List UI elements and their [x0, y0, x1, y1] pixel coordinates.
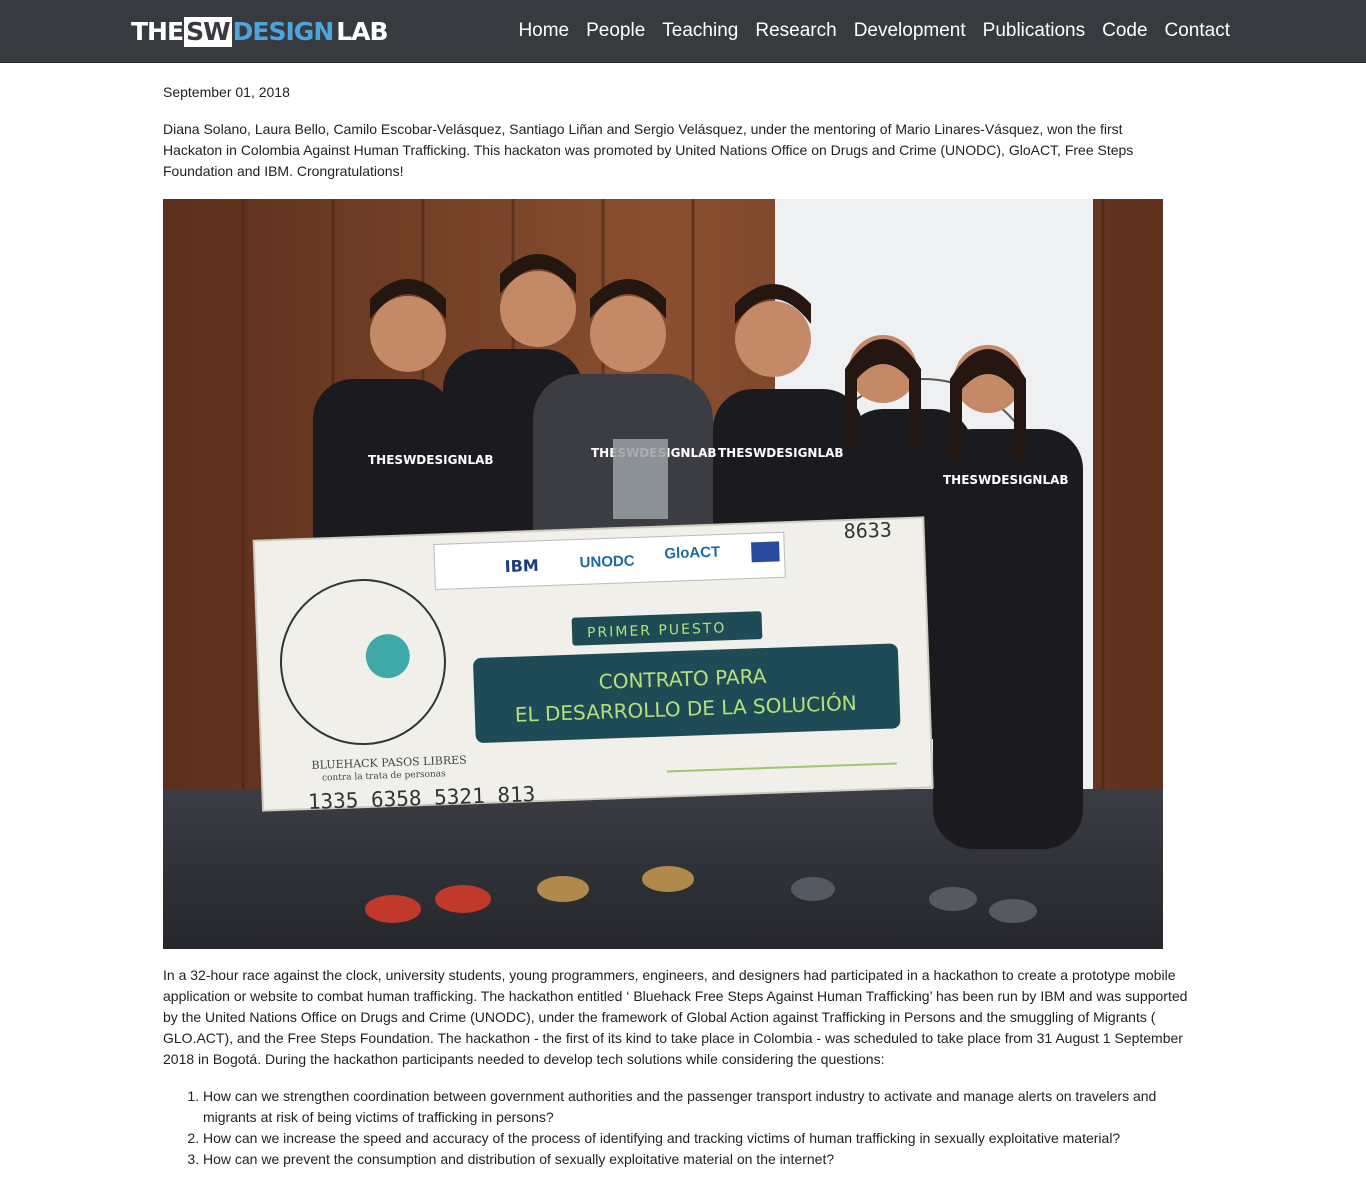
nav-code[interactable]: Code	[1102, 19, 1147, 43]
check-number: 8633	[843, 517, 892, 543]
shirt-text-4: THESWDESIGNLAB	[718, 446, 844, 460]
post-body: In a 32-hour race against the clock, uni…	[163, 967, 1188, 1067]
nav-home[interactable]: Home	[518, 19, 569, 43]
team-photo-illustration: THESWDESIGNLAB THESWDESIGNLAB THESWDESIG…	[163, 199, 1163, 949]
post-date: September 01, 2018	[163, 84, 290, 100]
nav-teaching[interactable]: Teaching	[662, 19, 738, 43]
main-nav: Home People Teaching Research Developmen…	[518, 19, 1230, 43]
post-intro: Diana Solano, Laura Bello, Camilo Escoba…	[163, 121, 1134, 179]
nav-people[interactable]: People	[586, 19, 645, 43]
logo-sw: SW	[184, 17, 232, 47]
question-item: How can we strengthen coordination betwe…	[203, 1086, 1205, 1128]
nav-contact[interactable]: Contact	[1165, 19, 1230, 43]
nav-development[interactable]: Development	[854, 19, 966, 43]
nav-publications[interactable]: Publications	[983, 19, 1085, 43]
check-sponsor-unodc: UNODC	[579, 552, 635, 571]
shirt-text-1: THESWDESIGNLAB	[368, 453, 494, 467]
top-navbar: THE SW DESIGN LAB Home People Teaching R…	[0, 0, 1366, 63]
question-item: How can we prevent the consumption and d…	[203, 1149, 1205, 1170]
nav-research[interactable]: Research	[755, 19, 836, 43]
shirt-text-6: THESWDESIGNLAB	[943, 473, 1069, 487]
question-list: How can we strengthen coordination betwe…	[163, 1086, 1205, 1170]
logo-design: DESIGN	[232, 17, 335, 46]
check-sponsor-gloact: GloACT	[664, 544, 720, 563]
logo-the: THE	[131, 17, 184, 46]
question-item: How can we increase the speed and accura…	[203, 1128, 1205, 1149]
site-logo[interactable]: THE SW DESIGN LAB	[131, 17, 389, 47]
logo-lab: LAB	[336, 17, 388, 46]
team-photo: THESWDESIGNLAB THESWDESIGNLAB THESWDESIG…	[163, 199, 1163, 949]
check-sponsor-ibm: IBM	[504, 556, 539, 576]
post-content: September 01, 2018 Diana Solano, Laura B…	[163, 82, 1205, 1170]
